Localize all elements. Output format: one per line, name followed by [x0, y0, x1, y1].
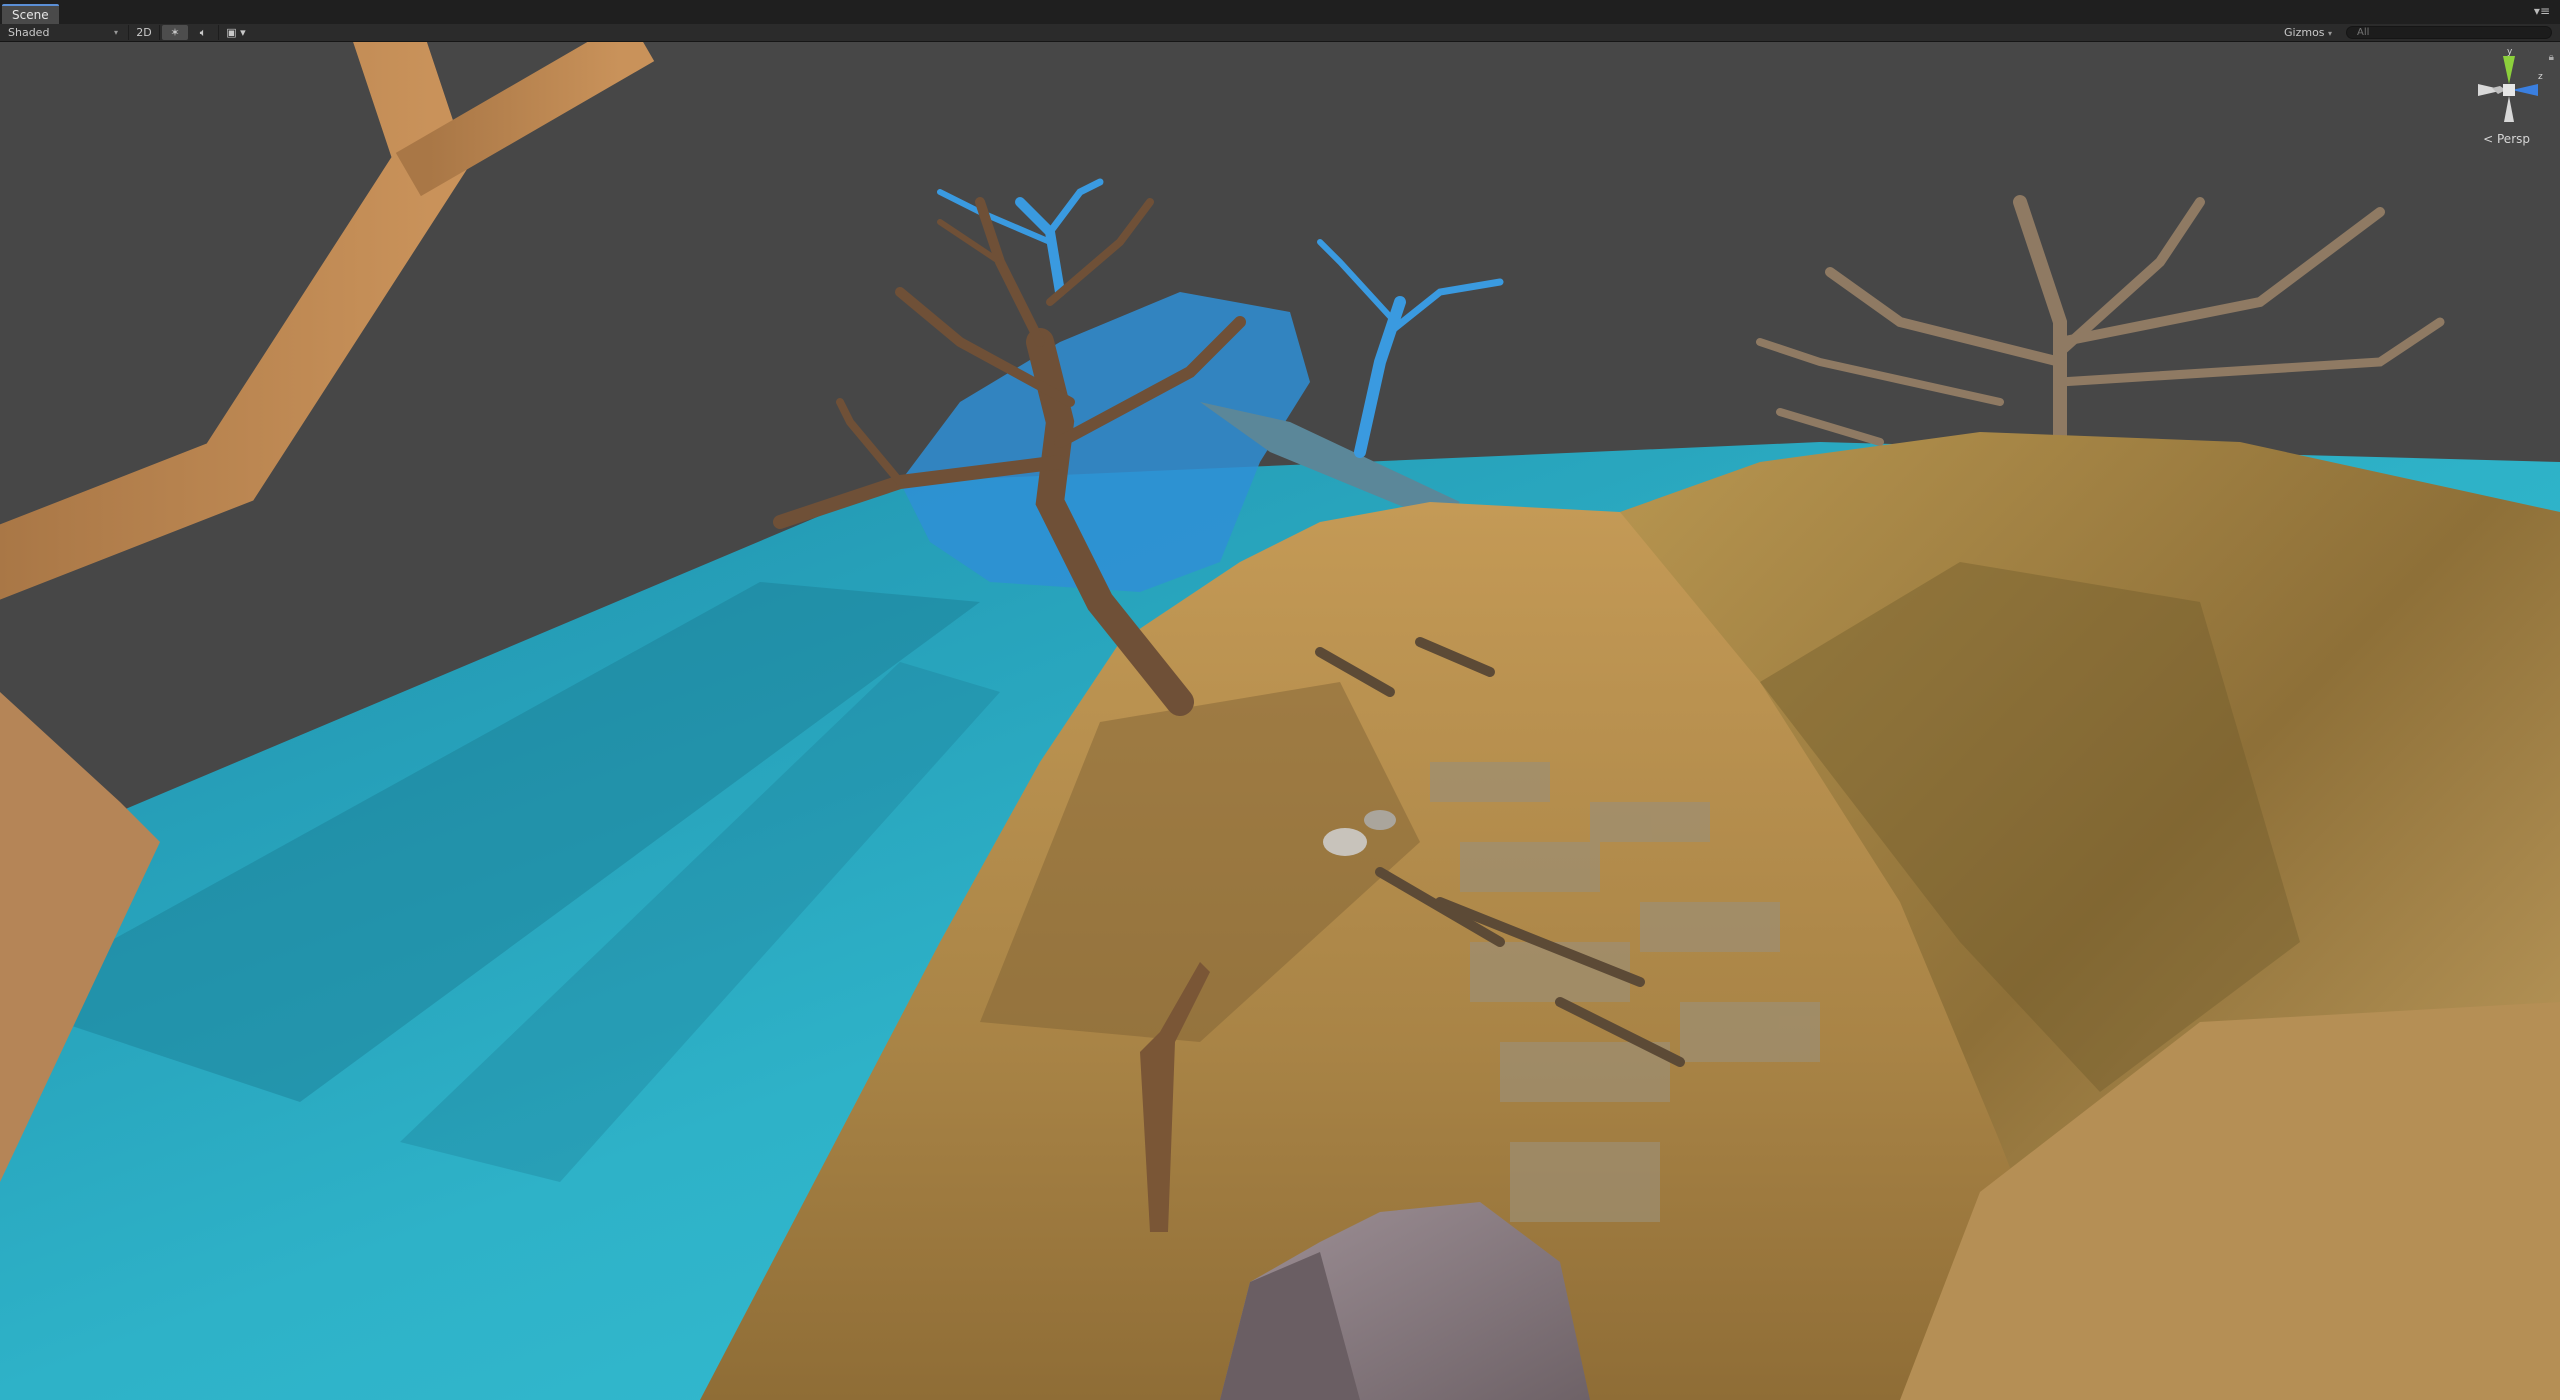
scene-audio-button[interactable]: 🔈︎: [192, 25, 214, 40]
window-menu-icon[interactable]: ▾≡: [2534, 4, 2550, 18]
sun-icon: ✶: [170, 26, 180, 39]
small-rock: [1364, 810, 1396, 830]
chevron-left-icon: <: [2483, 132, 2494, 146]
axis-neg-y-cone[interactable]: [2504, 96, 2514, 122]
scene-effects-button[interactable]: ▣ ▾: [218, 25, 253, 40]
axis-z-label: z: [2538, 72, 2543, 82]
scene-toolbar: Shaded ▾ 2D ✶ 🔈︎ ▣ ▾ Gizmos ▾: [0, 24, 2560, 42]
gizmo-center-cube[interactable]: [2503, 84, 2515, 96]
scene-viewport[interactable]: [0, 42, 2560, 1400]
chevron-down-icon: ▾: [113, 28, 118, 37]
toggle-2d-button[interactable]: 2D: [128, 25, 160, 40]
lock-icon[interactable]: 🔒︎: [2549, 52, 2554, 63]
tab-bar: Scene ▾≡: [0, 0, 2560, 26]
axis-y-cone[interactable]: [2503, 56, 2515, 84]
image-icon: ▣ ▾: [226, 26, 246, 39]
small-rock: [1323, 828, 1367, 856]
search-input[interactable]: [2346, 26, 2552, 39]
gizmos-dropdown[interactable]: Gizmos ▾: [2284, 25, 2344, 40]
speaker-icon: 🔈︎: [199, 26, 207, 39]
projection-toggle[interactable]: < Persp: [2483, 132, 2530, 146]
gizmos-label: Gizmos: [2284, 26, 2325, 39]
projection-label: Persp: [2497, 132, 2530, 146]
shading-mode-label: Shaded: [8, 26, 50, 39]
chevron-down-icon: ▾: [2328, 29, 2333, 38]
shading-mode-dropdown[interactable]: Shaded ▾: [8, 25, 120, 40]
tab-scene[interactable]: Scene: [2, 4, 59, 26]
axis-y-label: y: [2507, 48, 2513, 57]
scene-lighting-button[interactable]: ✶: [162, 25, 188, 40]
axis-z-cone[interactable]: [2512, 84, 2538, 96]
